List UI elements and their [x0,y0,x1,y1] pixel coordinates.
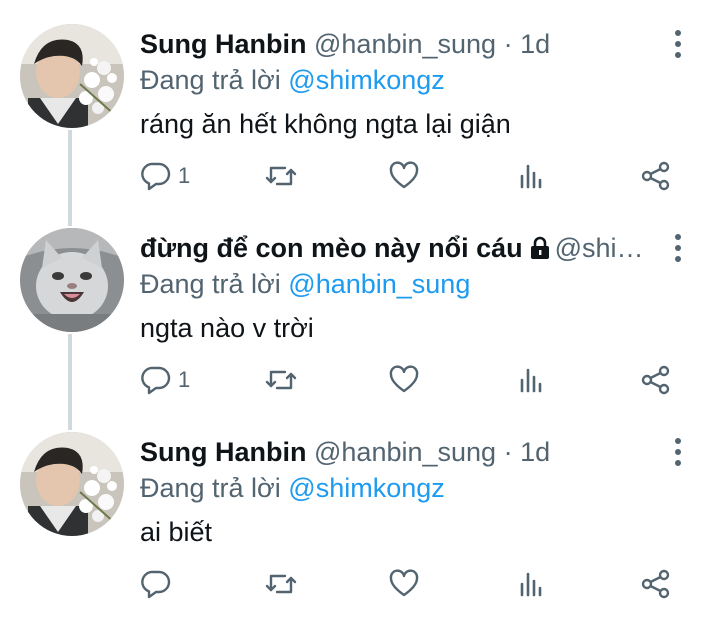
meta-separator: · [503,437,513,467]
share-icon [641,365,670,395]
replying-mention-link[interactable]: @hanbin_sung [288,269,470,299]
replying-label: Đang trả lời [140,269,281,299]
retweet-icon [265,574,297,594]
lock-icon [530,236,549,259]
tweet[interactable]: Sung Hanbin @hanbin_sung · 1d Đang trả l… [0,0,720,200]
user-photo-flowers [20,432,124,536]
retweet-icon [265,166,297,186]
retweet-button[interactable] [264,362,298,398]
reply-button[interactable]: 1 [140,362,190,398]
reply-count: 1 [178,163,191,188]
meta-separator: · [503,29,513,59]
replying-mention-link[interactable]: @shimkongz [288,473,444,503]
like-icon [389,569,419,597]
replying-to: Đang trả lời @hanbin_sung [140,266,470,302]
reply-count: 1 [178,367,191,392]
tweet-header: Sung Hanbin @hanbin_sung · 1d [140,26,650,62]
reply-icon [141,366,171,395]
share-button[interactable] [640,362,672,398]
like-button[interactable] [388,158,420,194]
more-vertical-icon[interactable] [664,28,692,60]
tweet-text: ngta nào v trời [140,313,314,343]
more-vertical-icon[interactable] [664,436,692,468]
analytics-button[interactable] [516,566,548,602]
replying-label: Đang trả lời [140,473,281,503]
like-button[interactable] [388,362,420,398]
author-name[interactable]: Sung Hanbin [140,29,306,59]
retweet-icon [265,370,297,390]
analytics-icon [520,164,542,189]
tweet-actions: 1 [140,158,680,194]
tweet-time[interactable]: 1d [520,29,550,59]
tweet-text: ráng ăn hết không ngta lại giận [140,109,511,139]
avatar[interactable] [20,432,124,536]
tweet-actions: 1 [140,362,680,398]
analytics-icon [520,368,542,393]
replying-to: Đang trả lời @shimkongz [140,470,445,506]
analytics-button[interactable] [516,362,548,398]
reply-icon [141,570,171,599]
avatar[interactable] [20,24,124,128]
author-name[interactable]: Sung Hanbin [140,437,306,467]
like-icon [389,161,419,189]
reply-icon [141,162,171,191]
cat-photo [20,228,124,332]
tweet-actions [140,566,680,602]
replying-mention-link[interactable]: @shimkongz [288,65,444,95]
like-icon [389,365,419,393]
like-button[interactable] [388,566,420,602]
user-photo-flowers [20,24,124,128]
tweet[interactable]: đừng để con mèo này nổi cáu @shi… Đang tr… [0,204,720,404]
share-icon [641,161,670,191]
author-handle[interactable]: @hanbin_sung [314,437,496,467]
retweet-button[interactable] [264,566,298,602]
share-icon [641,569,670,599]
tweet-header: Sung Hanbin @hanbin_sung · 1d [140,434,650,470]
author-handle[interactable]: @hanbin_sung [314,29,496,59]
share-button[interactable] [640,158,672,194]
author-handle[interactable]: @shi… [555,233,644,263]
reply-thread: Sung Hanbin @hanbin_sung · 1d Đang trả l… [0,0,720,617]
replying-to: Đang trả lời @shimkongz [140,62,445,98]
reply-button[interactable]: 1 [140,158,190,194]
replying-label: Đang trả lời [140,65,281,95]
retweet-button[interactable] [264,158,298,194]
share-button[interactable] [640,566,672,602]
author-name[interactable]: đừng để con mèo này nổi cáu [140,233,523,263]
analytics-button[interactable] [516,158,548,194]
tweet-time[interactable]: 1d [520,437,550,467]
more-vertical-icon[interactable] [664,232,692,264]
avatar[interactable] [20,228,124,332]
tweet-text: ai biết [140,517,213,547]
reply-button[interactable] [140,566,178,602]
tweet-header: đừng để con mèo này nổi cáu @shi… [140,230,650,266]
analytics-icon [520,572,542,597]
tweet[interactable]: Sung Hanbin @hanbin_sung · 1d Đang trả l… [0,408,720,608]
